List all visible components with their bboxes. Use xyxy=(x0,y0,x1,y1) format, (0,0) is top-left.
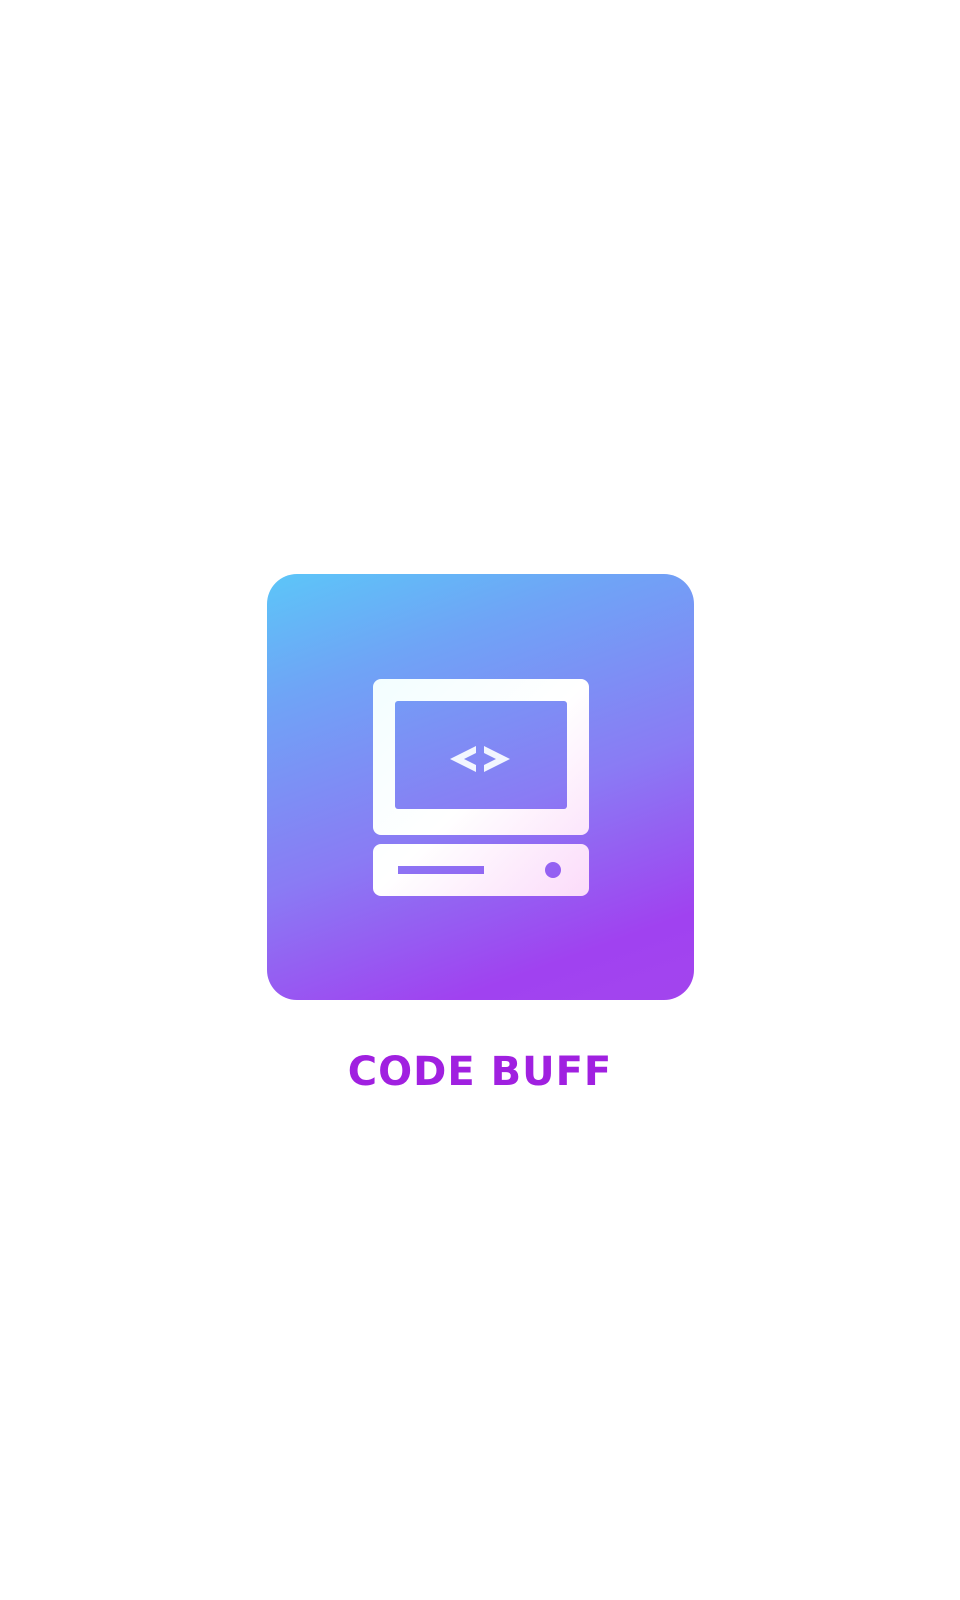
app-title: CODE BUFF xyxy=(347,1049,613,1095)
app-logo xyxy=(267,574,694,1000)
computer-code-icon xyxy=(267,574,694,1000)
splash-screen: CODE BUFF xyxy=(0,0,960,1600)
